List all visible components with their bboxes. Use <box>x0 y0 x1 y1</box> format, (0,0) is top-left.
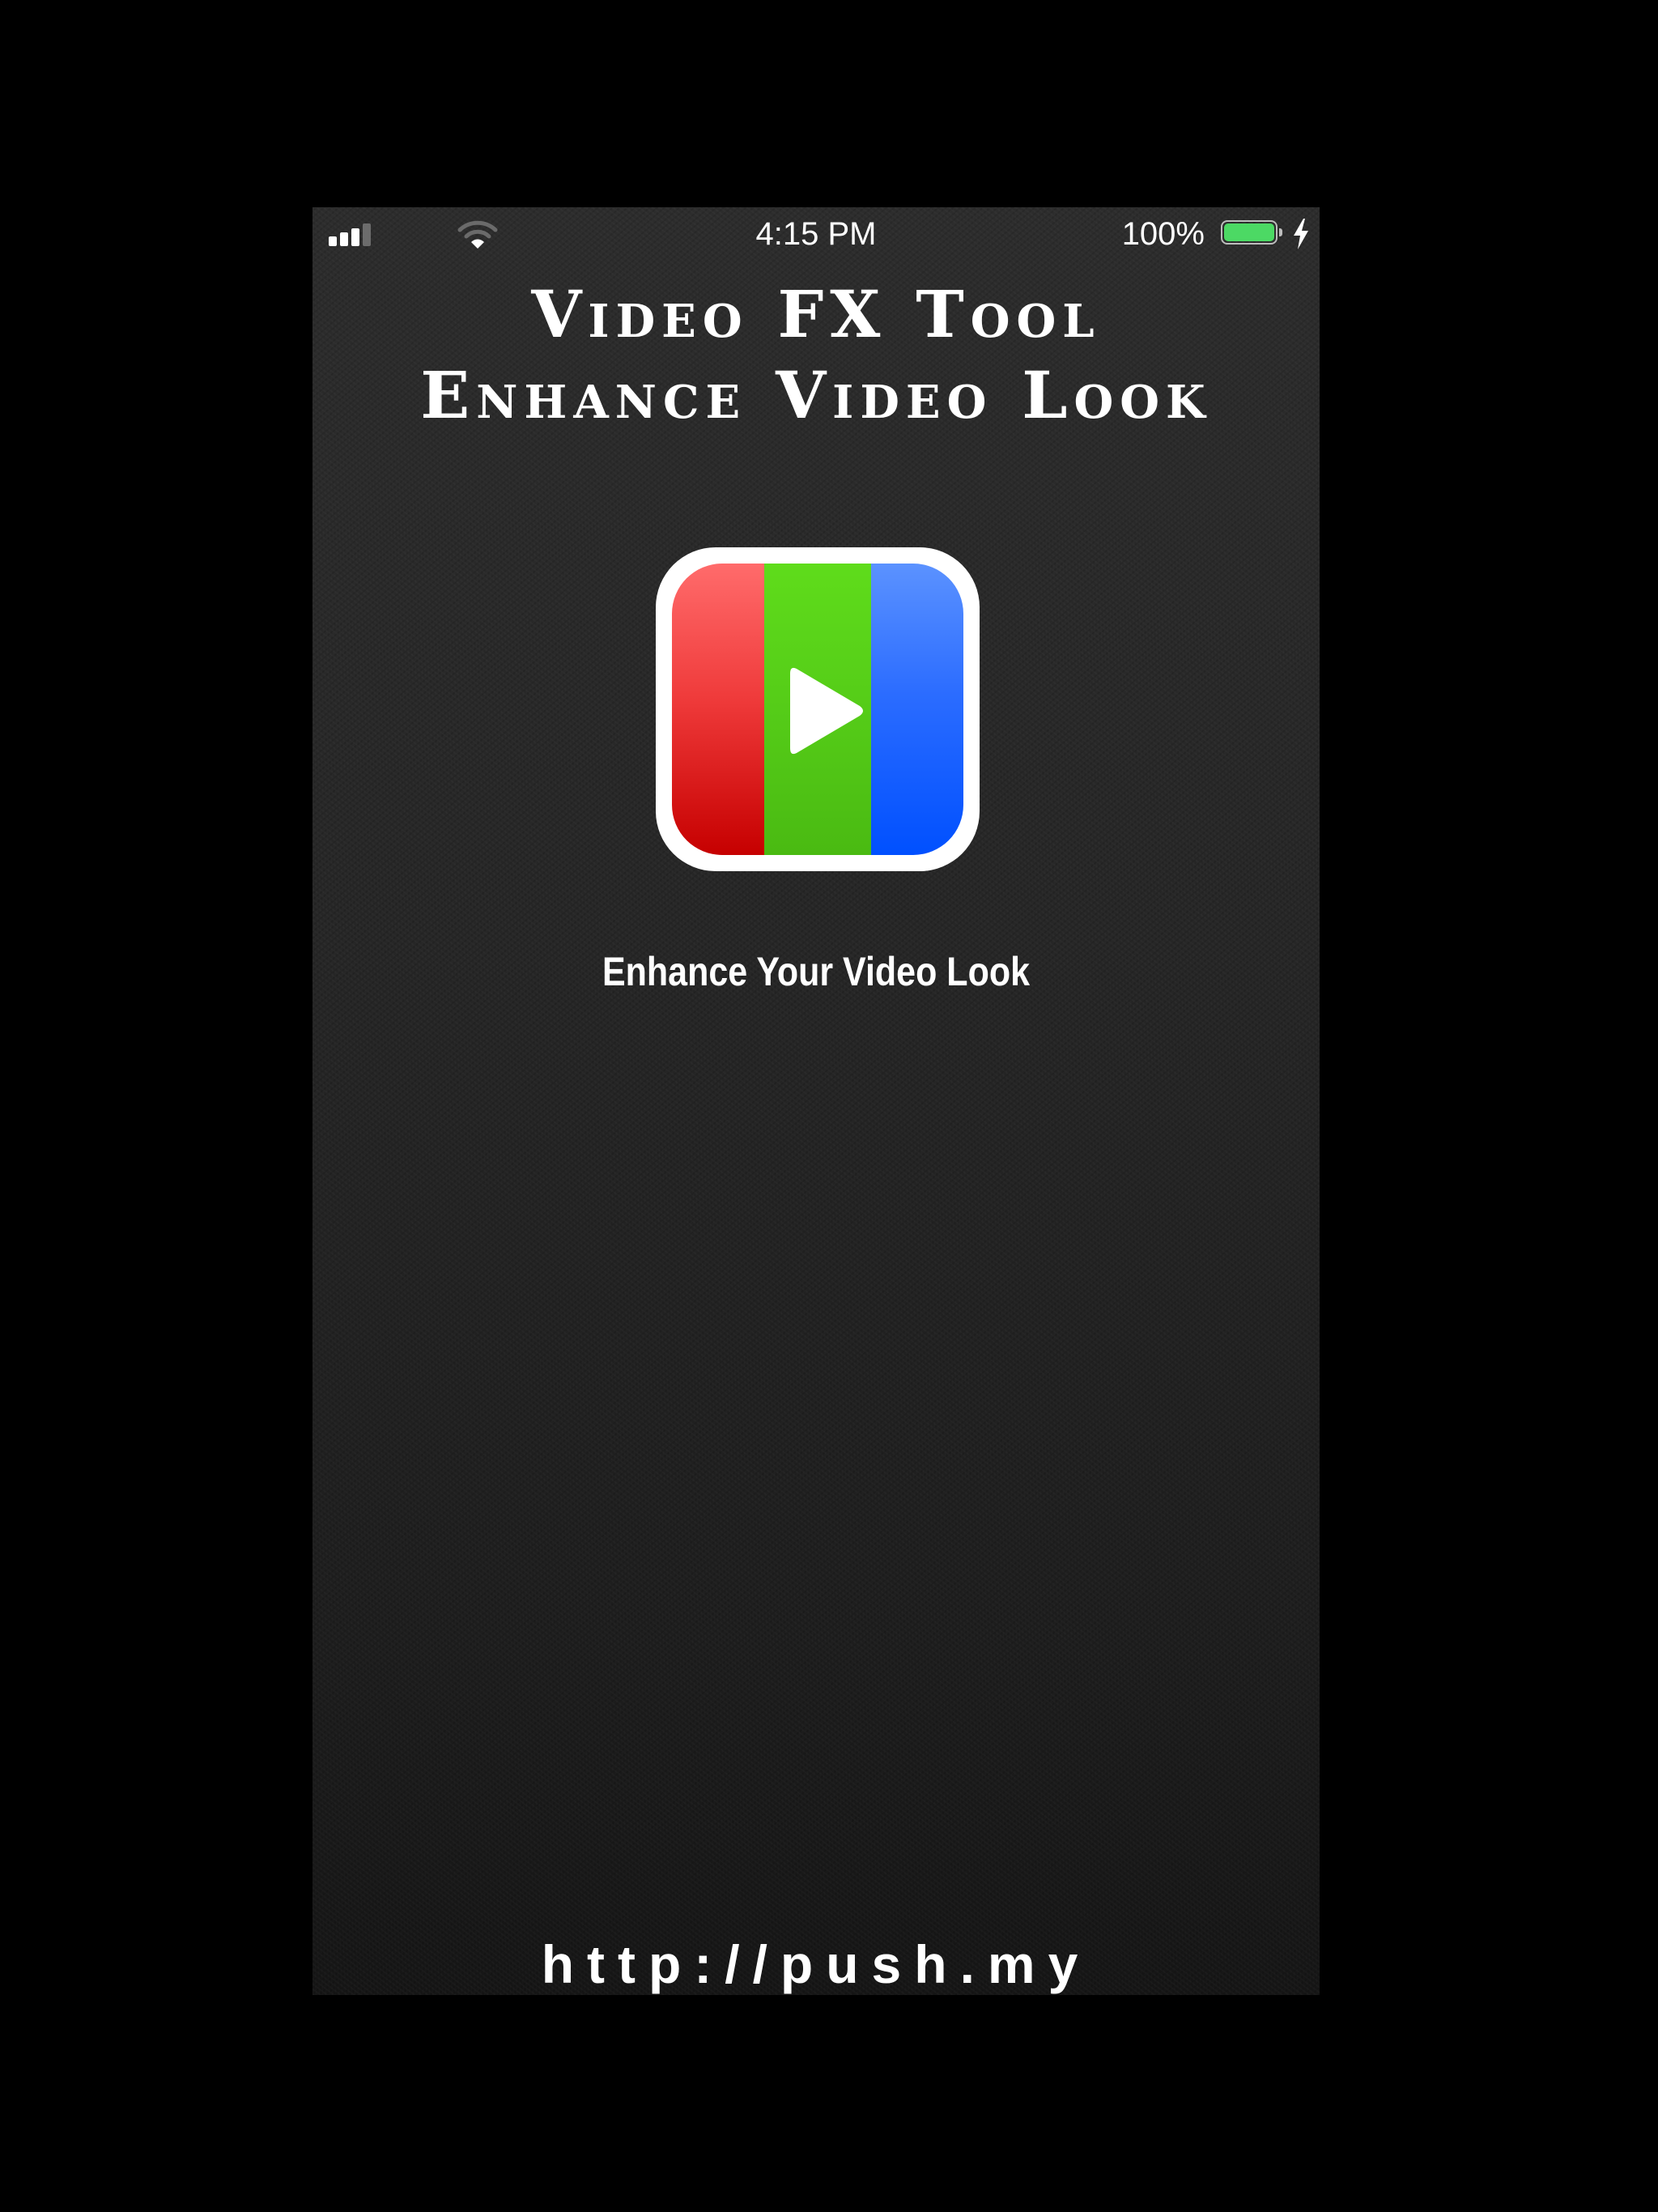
red-stripe <box>672 564 764 855</box>
blue-stripe <box>871 564 963 855</box>
status-bar: 4:15 PM 100% <box>312 207 1320 261</box>
website-url: http://push.my <box>541 1934 1091 1994</box>
battery-icon <box>1221 220 1286 248</box>
app-subtitle: Enhance Video Look <box>420 357 1212 433</box>
screen-frame: 4:15 PM 100% Video FX Tool Enhance Video… <box>0 0 1658 2212</box>
battery-level-fill <box>1224 223 1274 241</box>
tagline: Enhance Your Video Look <box>602 949 1031 994</box>
app-logo <box>656 547 980 871</box>
app-logo-stripes <box>672 564 963 855</box>
app-title: Video FX Tool <box>531 276 1101 352</box>
battery-percentage: 100% <box>1121 216 1205 252</box>
app-splash-screen: 4:15 PM 100% Video FX Tool Enhance Video… <box>312 207 1320 1995</box>
charging-bolt-icon <box>1294 219 1308 249</box>
play-icon <box>790 667 863 755</box>
